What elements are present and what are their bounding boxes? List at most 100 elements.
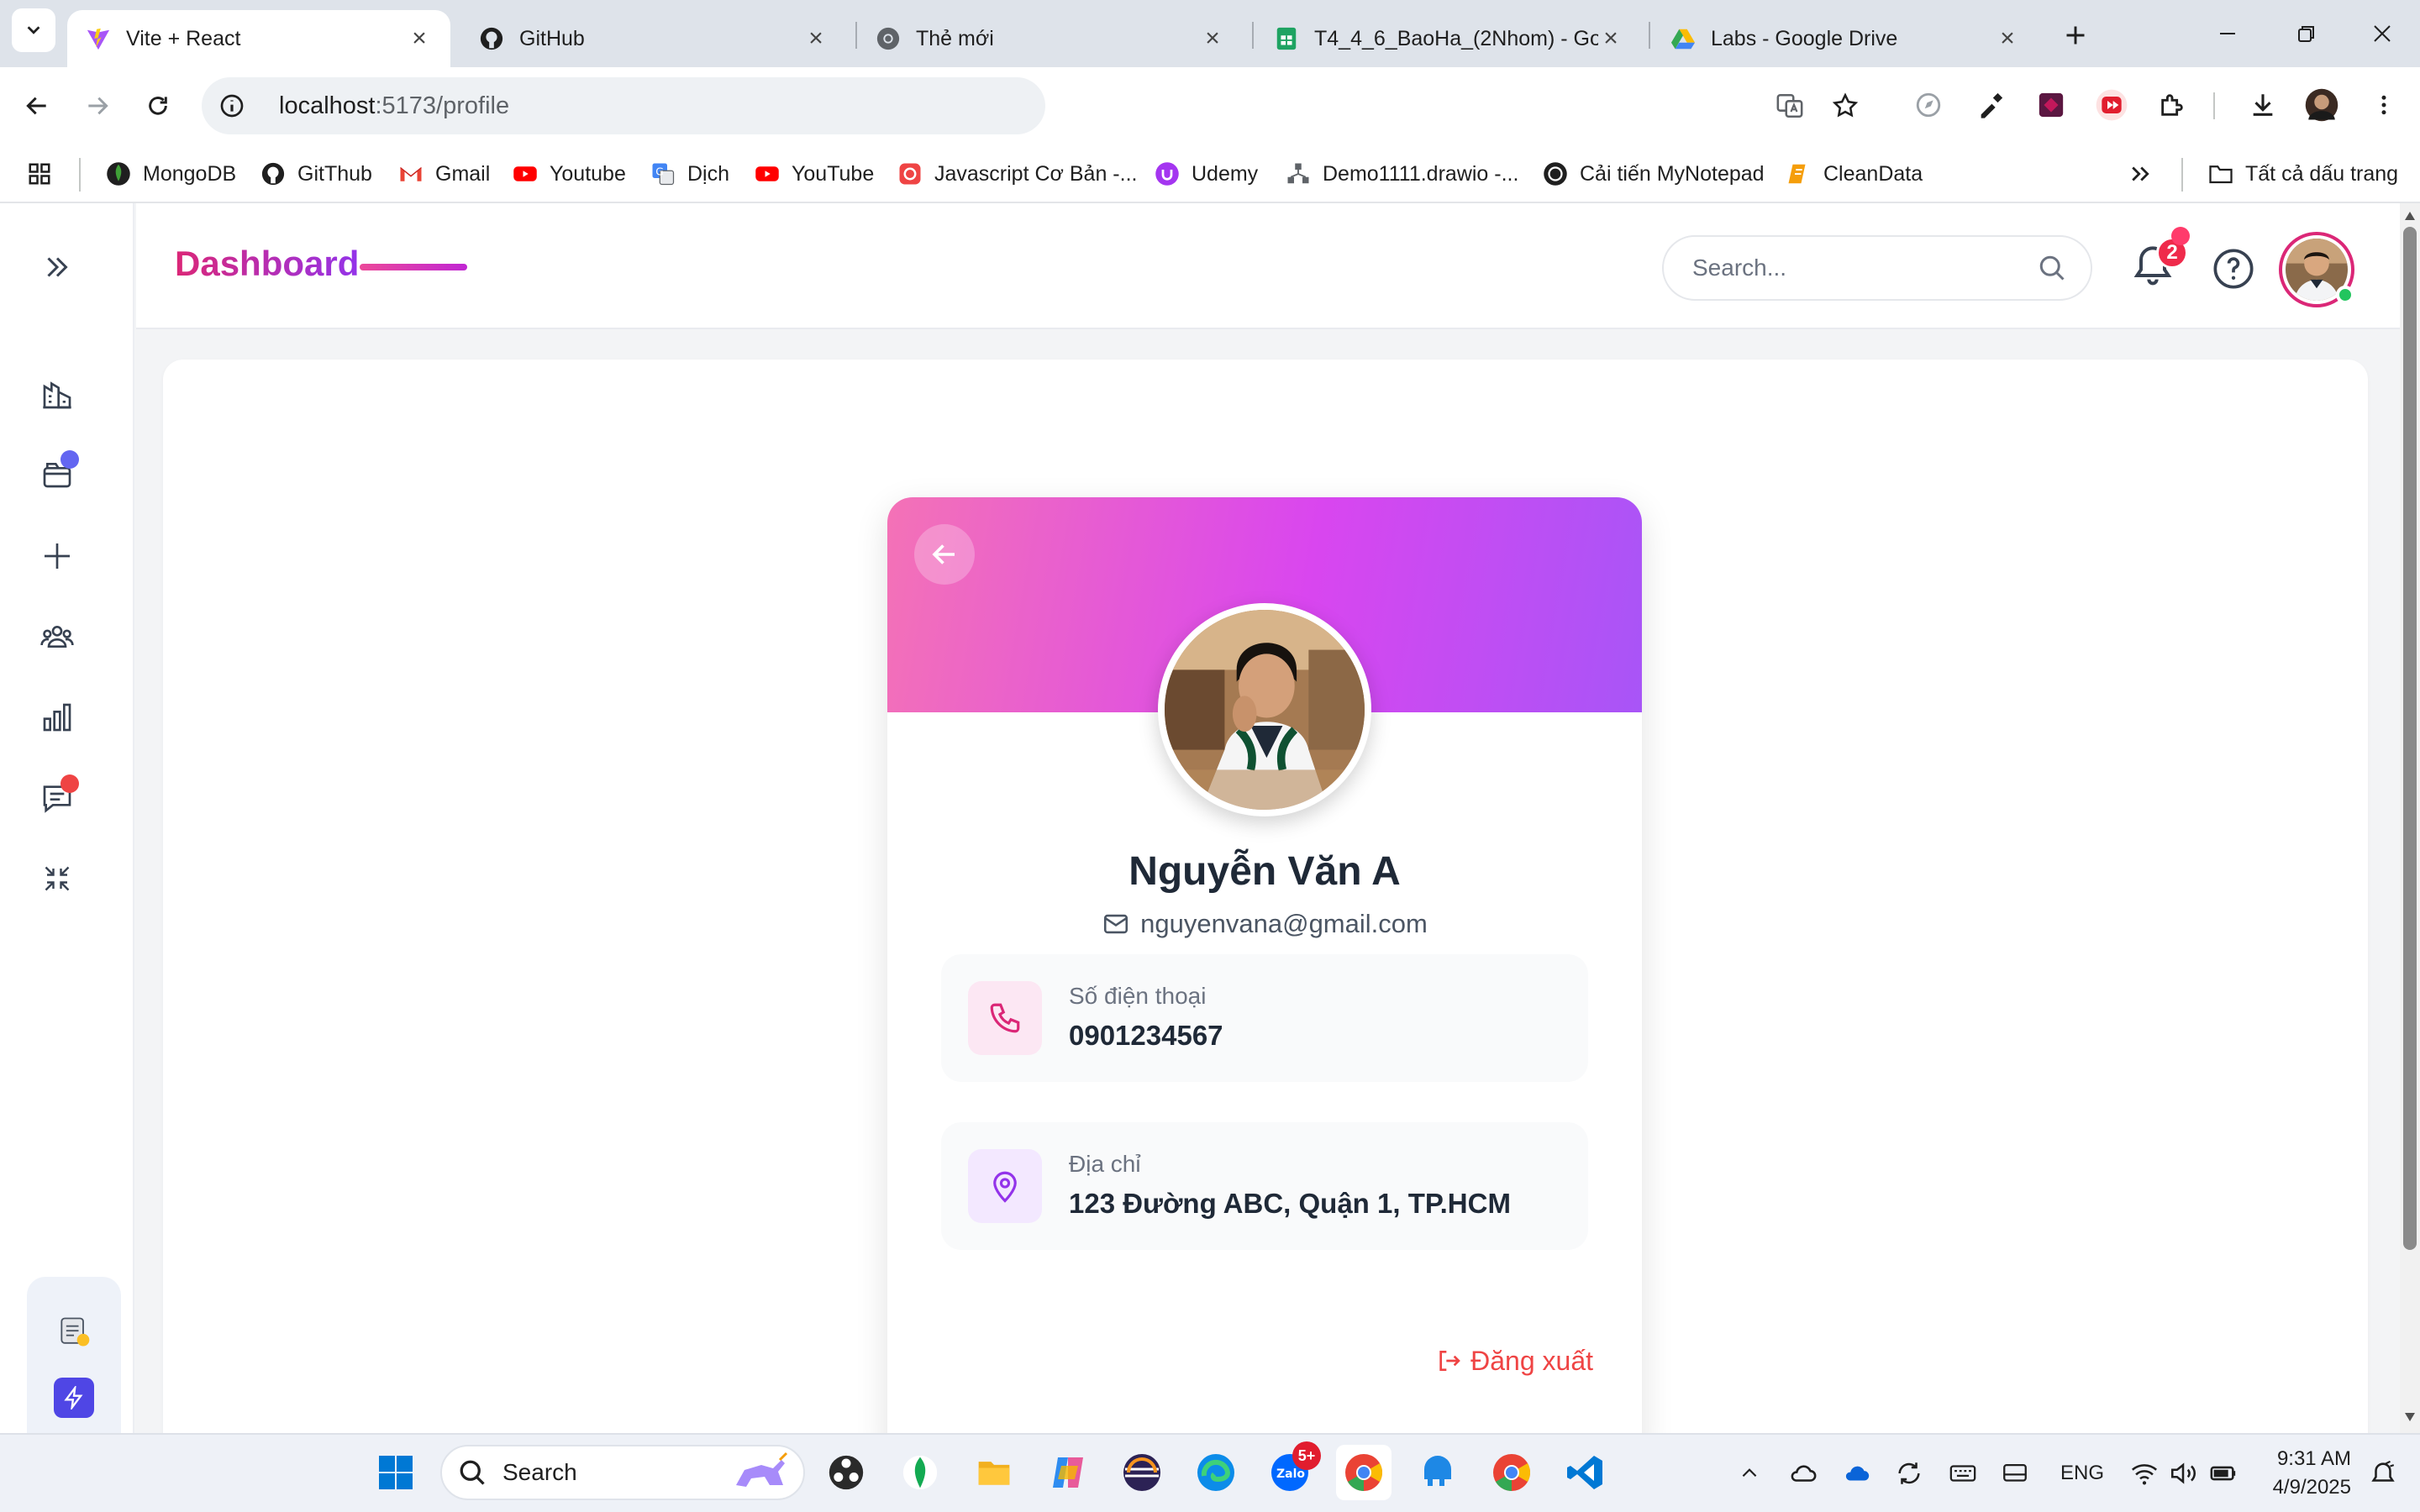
- tab-vite-react[interactable]: Vite + React ×: [67, 10, 450, 67]
- phone-icon-box: [968, 981, 1042, 1055]
- tray-display[interactable]: [1996, 1455, 2033, 1492]
- tab-new[interactable]: Thẻ mới ×: [857, 10, 1244, 67]
- close-tab-icon[interactable]: ×: [803, 24, 829, 52]
- search-icon[interactable]: [2037, 253, 2067, 283]
- taskbar-app-chrome-active[interactable]: [1336, 1445, 1392, 1500]
- avatar-photo: [1165, 610, 1365, 810]
- extension-eyedropper-button[interactable]: [1970, 84, 2012, 126]
- bookmark-drawio[interactable]: Demo1111.drawio -...: [1286, 153, 1518, 195]
- profile-name: Nguyễn Văn A: [1128, 849, 1401, 894]
- close-tab-icon[interactable]: ×: [1995, 24, 2020, 52]
- taskbar-app-chrome-2[interactable]: [1484, 1445, 1539, 1500]
- bookmark-translate[interactable]: G Dịch: [650, 153, 729, 195]
- tray-notifications[interactable]: [2365, 1455, 2402, 1492]
- tray-volume[interactable]: [2165, 1455, 2202, 1492]
- sync-icon: [1898, 1462, 1920, 1484]
- extension-compass-button[interactable]: [1907, 84, 1949, 126]
- bookmark-cleandata[interactable]: CleanData: [1786, 153, 1923, 195]
- tab-google-sheets[interactable]: T4_4_6_BaoHa_(2Nhom) - Goog ×: [1255, 10, 1642, 67]
- close-tab-icon[interactable]: ×: [407, 24, 432, 52]
- sidebar-item-messages[interactable]: [34, 774, 81, 822]
- apps-button[interactable]: [27, 153, 64, 195]
- bookmark-star-button[interactable]: [1827, 87, 1864, 124]
- bookmark-udemy[interactable]: Udemy: [1155, 153, 1258, 195]
- search-field[interactable]: [1662, 235, 2092, 301]
- profile-button[interactable]: [2301, 84, 2343, 126]
- close-window-button[interactable]: [2353, 8, 2412, 59]
- taskbar-app-teams[interactable]: [1410, 1445, 1465, 1500]
- mongodb-icon: [107, 162, 130, 186]
- taskbar-app-zalo[interactable]: Zalo 5+: [1262, 1441, 1321, 1500]
- clock-time: 9:31 AM: [2276, 1447, 2351, 1470]
- tab-google-drive[interactable]: Labs - Google Drive ×: [1652, 10, 2039, 67]
- logout-button[interactable]: Đăng xuất: [1425, 1337, 1593, 1384]
- taskbar-app-copilot[interactable]: [1040, 1445, 1096, 1500]
- bookmark-javascript[interactable]: Javascript Cơ Bản -...: [897, 153, 1137, 195]
- bookmark-gmail[interactable]: Gmail: [398, 153, 490, 195]
- taskbar-clock[interactable]: 9:31 AM 4/9/2025: [2250, 1445, 2351, 1502]
- more-bookmarks-button[interactable]: [2128, 153, 2165, 195]
- help-button[interactable]: [2212, 247, 2255, 291]
- extensions-button[interactable]: [2151, 84, 2193, 126]
- bookmark-github[interactable]: GitThub: [260, 153, 372, 195]
- back-button[interactable]: [914, 524, 975, 585]
- chevron-double-right-icon: [47, 257, 68, 277]
- bookmark-mongodb[interactable]: MongoDB: [106, 153, 236, 195]
- tab-github[interactable]: GitHub ×: [460, 10, 847, 67]
- tray-onedrive-personal[interactable]: [1785, 1455, 1822, 1492]
- sidebar-item-collapse[interactable]: [34, 855, 81, 902]
- bookmark-mynotepad[interactable]: Cải tiến MyNotepad: [1543, 153, 1765, 195]
- taskbar-app-explorer[interactable]: [966, 1445, 1022, 1500]
- sidebar-item-dashboard[interactable]: [34, 371, 81, 418]
- site-info-button[interactable]: [213, 87, 250, 124]
- translate-button[interactable]: [1771, 87, 1808, 124]
- bookmark-youtube-2[interactable]: YouTube: [755, 153, 874, 195]
- tray-battery[interactable]: [2205, 1455, 2242, 1492]
- sidebar-item-folders[interactable]: [34, 450, 81, 497]
- youtube-icon: [513, 166, 537, 181]
- tray-keyboard[interactable]: [1944, 1455, 1981, 1492]
- all-bookmarks-button[interactable]: Tất cả dấu trang: [2208, 153, 2398, 195]
- close-tab-icon[interactable]: ×: [1598, 24, 1623, 52]
- start-button[interactable]: [368, 1445, 424, 1500]
- extension-dev-button[interactable]: [2030, 84, 2072, 126]
- bookmark-youtube[interactable]: Youtube: [513, 153, 626, 195]
- scroll-up-arrow[interactable]: [2403, 210, 2417, 222]
- tray-overflow-button[interactable]: [1731, 1455, 1768, 1492]
- tray-onedrive-business[interactable]: [1839, 1455, 1876, 1492]
- downloads-button[interactable]: [2242, 84, 2284, 126]
- taskbar-app-mongodb[interactable]: [892, 1445, 948, 1500]
- notification-pulse-dot: [2171, 227, 2190, 245]
- tray-sync[interactable]: [1891, 1455, 1928, 1492]
- new-tab-button[interactable]: [2055, 15, 2096, 55]
- reload-button[interactable]: [136, 84, 180, 128]
- taskbar-search[interactable]: Search: [440, 1445, 805, 1500]
- tray-language[interactable]: ENG: [2057, 1455, 2107, 1492]
- taskbar-app-obs[interactable]: [818, 1445, 874, 1500]
- address-bar[interactable]: localhost:5173/profile: [202, 77, 1045, 134]
- notification-bell-icon: [2371, 1460, 2395, 1482]
- chrome-menu-button[interactable]: [2363, 84, 2405, 126]
- users-icon: [40, 626, 74, 648]
- quick-action-button[interactable]: [54, 1378, 94, 1418]
- scrollbar-thumb[interactable]: [2403, 227, 2417, 1250]
- sidebar-item-reports[interactable]: [34, 694, 81, 741]
- scroll-down-arrow[interactable]: [2403, 1411, 2417, 1423]
- taskbar-app-edge[interactable]: [1188, 1445, 1244, 1500]
- extension-video-button[interactable]: [2091, 84, 2133, 126]
- search-input[interactable]: [1692, 255, 2037, 281]
- sidebar-item-users[interactable]: [34, 613, 81, 660]
- taskbar-app-vscode[interactable]: [1558, 1445, 1613, 1500]
- taskbar-app-eclipse[interactable]: [1114, 1445, 1170, 1500]
- close-tab-icon[interactable]: ×: [1200, 24, 1225, 52]
- minimize-icon: [2220, 33, 2235, 34]
- back-nav-button[interactable]: [15, 84, 59, 128]
- restore-button[interactable]: [2277, 8, 2336, 59]
- sidebar-expand-button[interactable]: [34, 244, 81, 291]
- minimize-button[interactable]: [2198, 8, 2257, 59]
- speaker-icon: [2170, 1462, 2196, 1484]
- tray-wifi[interactable]: [2126, 1455, 2163, 1492]
- tab-search-button[interactable]: [12, 8, 55, 52]
- forward-nav-button[interactable]: [76, 84, 119, 128]
- sidebar-item-add[interactable]: [34, 533, 81, 580]
